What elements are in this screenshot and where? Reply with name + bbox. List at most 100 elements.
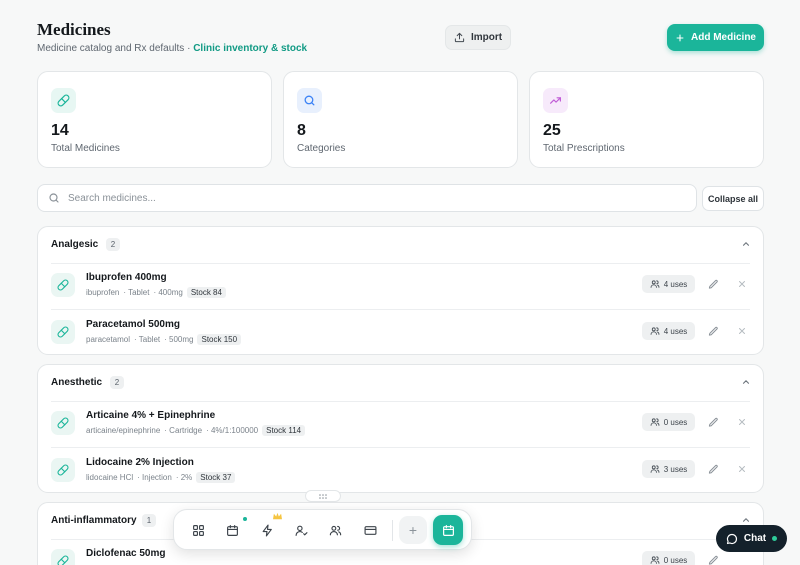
medicine-name: Diclofenac 50mg (86, 548, 166, 559)
uses-count: 3 uses (663, 464, 688, 474)
users-icon[interactable] (325, 520, 345, 540)
medicine-name: Lidocaine 2% Injection (86, 457, 194, 468)
chevron-up-icon[interactable] (741, 515, 751, 525)
dosage-form: · Cartridge (164, 426, 203, 435)
stat-card-total-medicines: 14 Total Medicines (37, 71, 272, 168)
close-icon[interactable] (737, 326, 747, 336)
users-icon (650, 417, 660, 427)
uses-badge: 3 uses (642, 460, 695, 478)
group-header[interactable]: Anesthetic 2 (38, 365, 763, 401)
collapse-all-button[interactable]: Collapse all (702, 186, 764, 211)
strength: · 500mg (164, 335, 194, 344)
grid-icon[interactable] (188, 520, 208, 540)
search-bar[interactable] (37, 184, 697, 212)
dosage-form: · Injection (137, 473, 172, 482)
online-status-dot (772, 536, 778, 541)
chat-button[interactable]: Chat (716, 525, 787, 552)
search-icon (297, 88, 322, 113)
pill-icon (51, 320, 75, 344)
import-label: Import (470, 32, 503, 43)
users-icon (650, 555, 660, 565)
close-icon[interactable] (737, 417, 747, 427)
pencil-icon[interactable] (708, 417, 719, 428)
uses-badge: 0 uses (642, 551, 695, 565)
group-header[interactable]: Analgesic 2 (38, 227, 763, 263)
card-icon[interactable] (360, 520, 380, 540)
pill-icon (51, 88, 76, 113)
bottom-dock: + (173, 509, 472, 550)
medicines-page: Medicines Medicine catalog and Rx defaul… (0, 0, 800, 565)
generic-name: ibuprofen (86, 288, 120, 297)
notification-dot (243, 517, 247, 521)
active-calendar-button[interactable] (433, 515, 463, 545)
stat-label: Categories (297, 143, 346, 154)
group-count-badge: 2 (106, 238, 120, 251)
pencil-icon[interactable] (708, 555, 719, 565)
user-check-icon[interactable] (291, 520, 311, 540)
stock-badge: Stock 114 (262, 425, 306, 436)
medicine-meta: articaine/epinephrine · Cartridge · 4%/1… (86, 425, 306, 436)
stat-card-categories: 8 Categories (283, 71, 518, 168)
dosage-form: · Tablet (123, 288, 150, 297)
users-icon (650, 279, 660, 289)
uses-count: 0 uses (663, 417, 688, 427)
medicine-meta: paracetamol · Tablet · 500mg Stock 150 (86, 334, 242, 345)
add-medicine-button[interactable]: Add Medicine (667, 24, 764, 51)
stock-badge: Stock 150 (197, 334, 242, 345)
import-button[interactable]: Import (445, 25, 511, 50)
stat-value: 25 (543, 122, 561, 139)
pencil-icon[interactable] (708, 464, 719, 475)
medicine-meta: lidocaine HCl · Injection · 2% Stock 37 (86, 472, 236, 483)
subtitle-accent-link[interactable]: Clinic inventory & stock (193, 43, 307, 54)
generic-name: paracetamol (86, 335, 131, 344)
category-group-analgesic: Analgesic 2 Ibuprofen 400mg ibuprofen · … (37, 226, 764, 355)
pencil-icon[interactable] (708, 279, 719, 290)
medicine-name: Ibuprofen 400mg (86, 272, 167, 283)
stat-card-total-prescriptions: 25 Total Prescriptions (529, 71, 764, 168)
pill-icon (51, 458, 75, 482)
add-medicine-label: Add Medicine (690, 32, 756, 43)
close-icon[interactable] (737, 464, 747, 474)
category-group-anesthetic: Anesthetic 2 Articaine 4% + Epinephrine … (37, 364, 764, 493)
page-title: Medicines (37, 20, 111, 39)
quick-add-button[interactable]: + (399, 516, 427, 544)
chevron-up-icon[interactable] (741, 377, 751, 387)
pill-icon (51, 273, 75, 297)
uses-count: 0 uses (663, 555, 688, 565)
medicine-row[interactable]: Paracetamol 500mg paracetamol · Tablet ·… (38, 310, 763, 357)
group-count-badge: 2 (110, 376, 124, 389)
close-icon[interactable] (737, 279, 747, 289)
search-input[interactable] (68, 192, 668, 204)
drag-handle[interactable] (305, 490, 341, 502)
medicine-name: Paracetamol 500mg (86, 319, 180, 330)
plus-icon (675, 33, 685, 43)
pill-icon (51, 549, 75, 565)
strength: · 4%/1:100000 (206, 426, 259, 435)
dosage-form: · Tablet (134, 335, 161, 344)
calendar-icon (442, 524, 455, 537)
pencil-icon[interactable] (708, 326, 719, 337)
medicine-row[interactable]: Articaine 4% + Epinephrine articaine/epi… (38, 401, 763, 448)
calendar-icon[interactable] (222, 520, 242, 540)
users-icon (650, 464, 660, 474)
grip-icon (318, 493, 328, 499)
generic-name: articaine/epinephrine (86, 426, 161, 435)
crown-icon (272, 512, 283, 521)
stock-badge: Stock 84 (186, 287, 226, 298)
medicine-meta: ibuprofen · Tablet · 400mg Stock 84 (86, 287, 226, 298)
group-name: Anesthetic (51, 377, 103, 388)
chat-label: Chat (743, 533, 767, 544)
medicine-row[interactable]: Lidocaine 2% Injection lidocaine HCl · I… (38, 448, 763, 495)
page-subtitle: Medicine catalog and Rx defaults · Clini… (37, 43, 307, 54)
chevron-up-icon[interactable] (741, 239, 751, 249)
lightning-icon[interactable] (257, 520, 277, 540)
strength: · 400mg (153, 288, 183, 297)
stat-value: 8 (297, 122, 306, 139)
group-count-badge: 1 (142, 514, 156, 527)
divider (392, 520, 393, 541)
stat-label: Total Medicines (51, 143, 120, 154)
pill-icon (51, 411, 75, 435)
medicine-row[interactable]: Ibuprofen 400mg ibuprofen · Tablet · 400… (38, 263, 763, 310)
generic-name: lidocaine HCl (86, 473, 134, 482)
uses-badge: 0 uses (642, 413, 695, 431)
